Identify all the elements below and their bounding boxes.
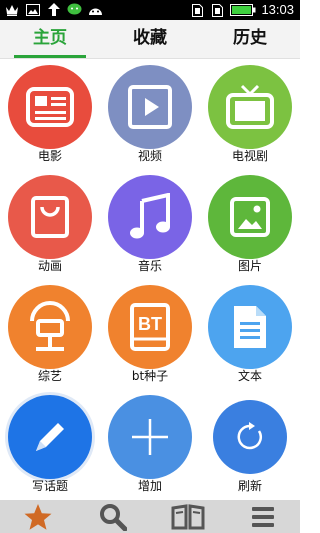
- grid-item-pictures[interactable]: 图片: [200, 170, 300, 280]
- grid-item-label: 电影: [37, 149, 62, 163]
- star-icon: [24, 503, 51, 530]
- grid-item-video[interactable]: 视频: [100, 60, 200, 170]
- sim-icon: [190, 3, 205, 18]
- grid-item-refresh[interactable]: 刷新: [200, 390, 300, 500]
- crown-icon: [4, 2, 19, 17]
- shopping-bag-icon: [31, 196, 69, 238]
- bt-torrent-tile[interactable]: BT: [108, 285, 192, 369]
- pencil-icon: [36, 423, 64, 451]
- upload-arrow-icon: [46, 2, 61, 17]
- music-tile[interactable]: [108, 175, 192, 259]
- grid-item-movie[interactable]: 电影: [0, 60, 100, 170]
- image-icon: [25, 2, 40, 17]
- battery-icon: [230, 3, 256, 18]
- plus-icon: [132, 419, 168, 455]
- video-play-icon: [128, 85, 172, 129]
- grid-item-label: bt种子: [131, 369, 169, 383]
- menu-icon: [251, 506, 274, 527]
- bt-book-icon: BT: [130, 303, 170, 351]
- grid-item-label: 综艺: [37, 369, 62, 383]
- grid-item-bt-torrent[interactable]: BT bt种子: [100, 280, 200, 390]
- grid-item-music[interactable]: 音乐: [100, 170, 200, 280]
- android-icon: [88, 2, 103, 17]
- grid-item-label: 写话题: [31, 479, 68, 493]
- railway-sign-icon: [30, 301, 70, 351]
- music-note-icon: [130, 193, 170, 239]
- grid-item-animation[interactable]: 动画: [0, 170, 100, 280]
- grid-item-label: 文本: [237, 369, 262, 383]
- bottom-nav-search[interactable]: [93, 502, 133, 532]
- svg-text:BT: BT: [138, 314, 162, 334]
- document-icon: [234, 306, 266, 348]
- tv-icon: [226, 84, 274, 129]
- clock-time: 13:03: [261, 2, 294, 17]
- add-tile[interactable]: [108, 395, 192, 479]
- tab-bar: 主页 收藏 历史: [0, 20, 300, 59]
- search-icon: [99, 503, 127, 531]
- grid-item-variety-show[interactable]: 综艺: [0, 280, 100, 390]
- grid-item-label: 电视剧: [231, 149, 268, 163]
- bottom-nav-favorites[interactable]: [18, 502, 58, 532]
- tv-series-tile[interactable]: [208, 65, 292, 149]
- picture-icon: [230, 197, 270, 237]
- book-icon: [171, 503, 204, 529]
- bottom-nav-menu[interactable]: [243, 502, 283, 532]
- sim-icon: [210, 3, 225, 18]
- grid-item-add[interactable]: 增加: [100, 390, 200, 500]
- pictures-tile[interactable]: [208, 175, 292, 259]
- grid-item-label: 增加: [137, 479, 162, 493]
- grid-item-label: 动画: [37, 259, 62, 273]
- refresh-tile[interactable]: [213, 400, 287, 474]
- grid-item-label: 视频: [137, 149, 162, 163]
- bottom-nav-library[interactable]: [168, 502, 208, 532]
- movie-tile[interactable]: [8, 65, 92, 149]
- grid-item-tv-series[interactable]: 电视剧: [200, 60, 300, 170]
- grid-item-label: 音乐: [137, 259, 162, 273]
- animation-tile[interactable]: [8, 175, 92, 259]
- refresh-icon: [237, 422, 262, 450]
- bottom-nav-bar: [0, 500, 300, 533]
- tab-favorites[interactable]: 收藏: [100, 20, 200, 58]
- grid-item-label: 刷新: [237, 479, 262, 493]
- grid-item-label: 图片: [237, 259, 262, 273]
- wechat-icon: [67, 2, 82, 17]
- category-grid: 电影 视频 电视剧 动画 音乐 图片 综艺 BT bt种子 文本 写话题 增加 …: [0, 60, 300, 500]
- film-icon: [26, 87, 74, 127]
- text-tile[interactable]: [208, 285, 292, 369]
- status-bar: 13:03: [0, 0, 300, 20]
- tab-home[interactable]: 主页: [0, 20, 100, 58]
- write-topic-tile[interactable]: [8, 395, 92, 479]
- grid-item-write-topic[interactable]: 写话题: [0, 390, 100, 500]
- video-tile[interactable]: [108, 65, 192, 149]
- variety-show-tile[interactable]: [8, 285, 92, 369]
- tab-history[interactable]: 历史: [200, 20, 300, 58]
- grid-item-text[interactable]: 文本: [200, 280, 300, 390]
